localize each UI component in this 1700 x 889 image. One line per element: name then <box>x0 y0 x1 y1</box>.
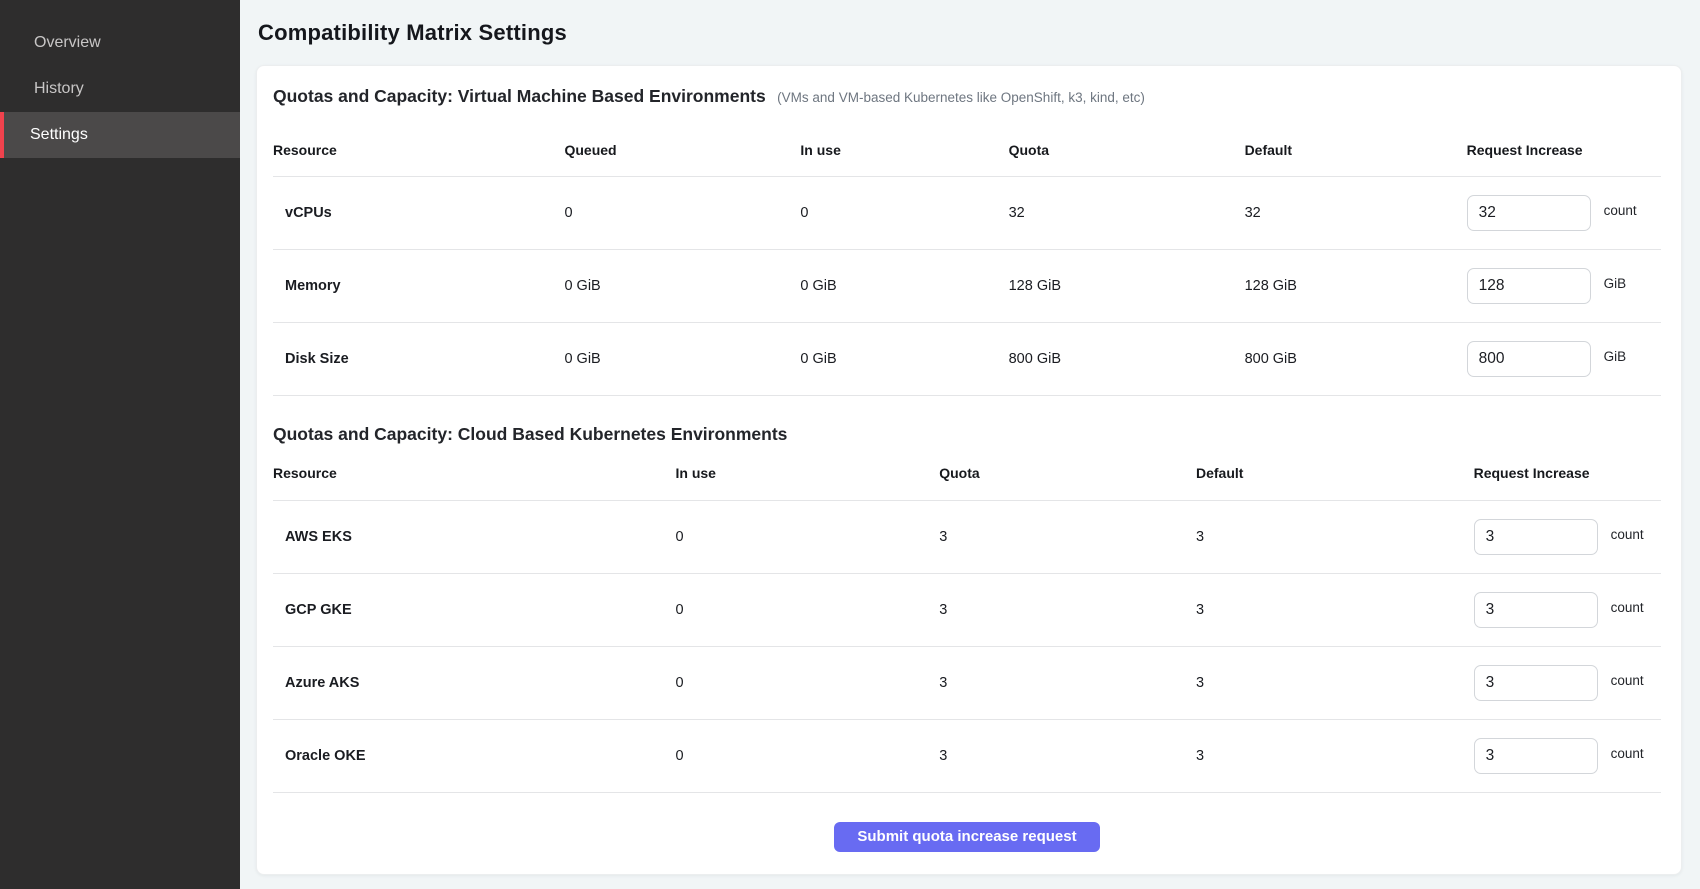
vm-table-header-row: Resource Queued In use Quota Default Req… <box>273 114 1661 177</box>
request-increase-input[interactable] <box>1474 738 1598 774</box>
page-title: Compatibility Matrix Settings <box>258 20 1682 46</box>
column-header-in-use: In use <box>676 453 940 501</box>
column-header-request-increase: Request Increase <box>1474 453 1661 501</box>
cell-resource: Disk Size <box>273 323 564 396</box>
cloud-table-row: AWS EKS 0 3 3 count <box>273 501 1661 574</box>
cell-queued: 0 GiB <box>564 323 800 396</box>
submit-row: Submit quota increase request <box>273 822 1661 852</box>
sidebar-item-label: History <box>34 80 84 98</box>
sidebar-item-overview[interactable]: Overview <box>0 20 240 66</box>
cell-quota: 3 <box>939 501 1196 574</box>
cell-request-increase: GiB <box>1467 250 1661 323</box>
request-increase-input[interactable] <box>1467 195 1591 231</box>
cell-in-use: 0 <box>676 647 940 720</box>
column-header-quota: Quota <box>1009 114 1245 177</box>
cell-request-increase: count <box>1467 177 1661 250</box>
cell-request-increase: count <box>1474 574 1661 647</box>
cloud-section-title: Quotas and Capacity: Cloud Based Kuberne… <box>273 424 787 444</box>
cloud-table-header-row: Resource In use Quota Default Request In… <box>273 453 1661 501</box>
cloud-table-row: GCP GKE 0 3 3 count <box>273 574 1661 647</box>
vm-section-subtitle: (VMs and VM-based Kubernetes like OpenSh… <box>777 90 1145 105</box>
cell-in-use: 0 <box>676 720 940 793</box>
cell-resource: GCP GKE <box>273 574 676 647</box>
column-header-in-use: In use <box>800 114 1008 177</box>
sidebar-item-history[interactable]: History <box>0 66 240 112</box>
cell-quota: 32 <box>1009 177 1245 250</box>
cell-quota: 800 GiB <box>1009 323 1245 396</box>
cell-in-use: 0 <box>676 574 940 647</box>
cell-default: 32 <box>1245 177 1467 250</box>
cell-in-use: 0 GiB <box>800 250 1008 323</box>
vm-quota-table: Resource Queued In use Quota Default Req… <box>273 114 1661 396</box>
cell-quota: 128 GiB <box>1009 250 1245 323</box>
cell-resource: vCPUs <box>273 177 564 250</box>
unit-label: count <box>1611 600 1644 615</box>
cell-default: 800 GiB <box>1245 323 1467 396</box>
cell-in-use: 0 <box>800 177 1008 250</box>
sidebar-item-settings[interactable]: Settings <box>0 112 240 158</box>
cell-default: 3 <box>1196 501 1474 574</box>
cell-resource: Azure AKS <box>273 647 676 720</box>
vm-section-title: Quotas and Capacity: Virtual Machine Bas… <box>273 86 766 106</box>
unit-label: count <box>1611 746 1644 761</box>
column-header-resource: Resource <box>273 453 676 501</box>
unit-label: GiB <box>1604 276 1627 291</box>
request-increase-input[interactable] <box>1467 268 1591 304</box>
column-header-default: Default <box>1196 453 1474 501</box>
cell-queued: 0 <box>564 177 800 250</box>
cloud-table-row: Oracle OKE 0 3 3 count <box>273 720 1661 793</box>
cell-in-use: 0 GiB <box>800 323 1008 396</box>
cell-request-increase: count <box>1474 647 1661 720</box>
column-header-request-increase: Request Increase <box>1467 114 1661 177</box>
request-increase-input[interactable] <box>1467 341 1591 377</box>
unit-label: GiB <box>1604 349 1627 364</box>
vm-section-header: Quotas and Capacity: Virtual Machine Bas… <box>273 86 1661 108</box>
cloud-quota-table: Resource In use Quota Default Request In… <box>273 453 1661 793</box>
sidebar-nav: Overview History Settings <box>0 20 240 158</box>
cell-resource: Oracle OKE <box>273 720 676 793</box>
cell-default: 3 <box>1196 647 1474 720</box>
cell-default: 3 <box>1196 720 1474 793</box>
cloud-table-row: Azure AKS 0 3 3 count <box>273 647 1661 720</box>
cell-default: 3 <box>1196 574 1474 647</box>
request-increase-input[interactable] <box>1474 519 1598 555</box>
cloud-section-header: Quotas and Capacity: Cloud Based Kuberne… <box>273 424 1661 446</box>
cell-request-increase: GiB <box>1467 323 1661 396</box>
unit-label: count <box>1604 203 1637 218</box>
vm-table-row: vCPUs 0 0 32 32 count <box>273 177 1661 250</box>
sidebar: Overview History Settings <box>0 0 240 889</box>
column-header-resource: Resource <box>273 114 564 177</box>
vm-table-row: Disk Size 0 GiB 0 GiB 800 GiB 800 GiB Gi… <box>273 323 1661 396</box>
settings-card: Quotas and Capacity: Virtual Machine Bas… <box>256 65 1682 875</box>
cell-default: 128 GiB <box>1245 250 1467 323</box>
cell-resource: Memory <box>273 250 564 323</box>
cell-queued: 0 GiB <box>564 250 800 323</box>
vm-table-row: Memory 0 GiB 0 GiB 128 GiB 128 GiB GiB <box>273 250 1661 323</box>
cell-quota: 3 <box>939 574 1196 647</box>
sidebar-item-label: Settings <box>30 126 88 144</box>
cell-resource: AWS EKS <box>273 501 676 574</box>
cell-request-increase: count <box>1474 720 1661 793</box>
cell-quota: 3 <box>939 720 1196 793</box>
column-header-default: Default <box>1245 114 1467 177</box>
request-increase-input[interactable] <box>1474 592 1598 628</box>
column-header-queued: Queued <box>564 114 800 177</box>
column-header-quota: Quota <box>939 453 1196 501</box>
submit-quota-button[interactable]: Submit quota increase request <box>834 822 1099 852</box>
cell-request-increase: count <box>1474 501 1661 574</box>
cell-quota: 3 <box>939 647 1196 720</box>
main-content: Compatibility Matrix Settings Quotas and… <box>240 0 1700 889</box>
unit-label: count <box>1611 527 1644 542</box>
cell-in-use: 0 <box>676 501 940 574</box>
sidebar-item-label: Overview <box>34 34 101 52</box>
request-increase-input[interactable] <box>1474 665 1598 701</box>
unit-label: count <box>1611 673 1644 688</box>
